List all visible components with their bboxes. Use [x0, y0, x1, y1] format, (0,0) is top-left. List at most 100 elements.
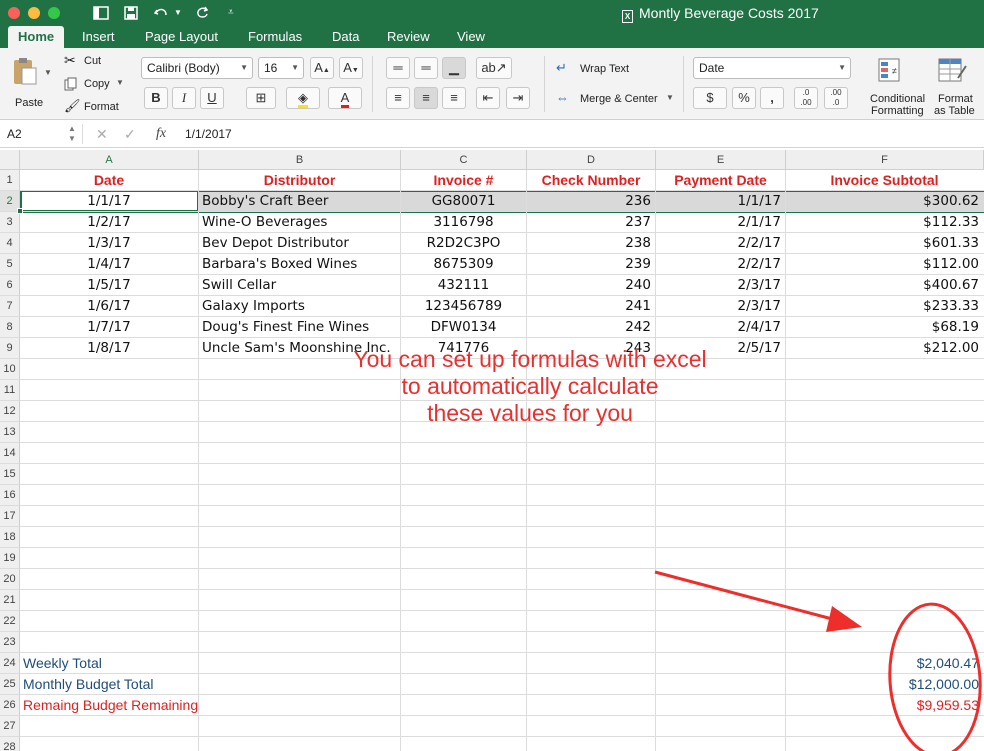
- font-color-button[interactable]: A: [328, 87, 362, 109]
- decrease-decimal-button[interactable]: .00.0: [824, 87, 848, 109]
- comma-style-button[interactable]: ,: [760, 87, 784, 109]
- increase-font-button[interactable]: A▲: [310, 57, 334, 79]
- row-header-5[interactable]: 5: [0, 254, 20, 275]
- cell-distributor[interactable]: Wine-O Beverages: [199, 212, 400, 233]
- tab-home[interactable]: Home: [8, 26, 65, 48]
- row-header-26[interactable]: 26: [0, 695, 20, 716]
- cell-distributor[interactable]: Doug's Finest Fine Wines: [199, 317, 400, 338]
- align-middle-button[interactable]: ═: [414, 57, 438, 79]
- decrease-font-button[interactable]: A▼: [339, 57, 363, 79]
- format-as-table-button[interactable]: Format as Table: [932, 56, 984, 117]
- save-icon[interactable]: [122, 4, 140, 22]
- column-header-a[interactable]: A: [20, 150, 199, 170]
- italic-button[interactable]: I: [172, 87, 196, 109]
- cell-invoice[interactable]: GG80071: [401, 191, 526, 212]
- remaining-budget-label[interactable]: Remaing Budget Remaining: [20, 695, 320, 716]
- row-header-1[interactable]: 1: [0, 170, 20, 191]
- name-box-stepper-icon[interactable]: ▲ ▼: [68, 124, 76, 144]
- close-window-button[interactable]: [8, 7, 20, 19]
- row-header-24[interactable]: 24: [0, 653, 20, 674]
- wrap-text-button[interactable]: ↵ Wrap Text: [556, 60, 646, 77]
- row-header-9[interactable]: 9: [0, 338, 20, 359]
- cell-payment[interactable]: 2/2/17: [656, 233, 785, 254]
- row-header-21[interactable]: 21: [0, 590, 20, 611]
- cell-invoice[interactable]: 432111: [401, 275, 526, 296]
- tab-view[interactable]: View: [447, 26, 495, 48]
- undo-dropdown-icon[interactable]: ▼: [174, 4, 182, 22]
- cell-check[interactable]: 238: [527, 233, 655, 254]
- cell-invoice[interactable]: 3116798: [401, 212, 526, 233]
- cell-check[interactable]: 241: [527, 296, 655, 317]
- bold-button[interactable]: B: [144, 87, 168, 109]
- align-top-button[interactable]: ═: [386, 57, 410, 79]
- fill-handle[interactable]: [17, 208, 23, 214]
- cell-subtotal[interactable]: $601.33: [786, 233, 983, 254]
- row-header-18[interactable]: 18: [0, 527, 20, 548]
- tab-data[interactable]: Data: [322, 26, 369, 48]
- tab-insert[interactable]: Insert: [72, 26, 125, 48]
- cell-invoice[interactable]: DFW0134: [401, 317, 526, 338]
- column-header-f[interactable]: F: [786, 150, 984, 170]
- align-left-button[interactable]: ≡: [386, 87, 410, 109]
- minimize-window-button[interactable]: [28, 7, 40, 19]
- currency-button[interactable]: $: [693, 87, 727, 109]
- cell-payment[interactable]: 2/3/17: [656, 296, 785, 317]
- row-header-15[interactable]: 15: [0, 464, 20, 485]
- cell-check[interactable]: 236: [527, 191, 655, 212]
- cell-distributor[interactable]: Bobby's Craft Beer: [199, 191, 400, 212]
- font-name-select[interactable]: Calibri (Body) ▼: [141, 57, 253, 79]
- cell-distributor[interactable]: Barbara's Boxed Wines: [199, 254, 400, 275]
- align-right-button[interactable]: ≡: [442, 87, 466, 109]
- format-painter-button[interactable]: 🖌 Format: [62, 98, 128, 115]
- weekly-total-value[interactable]: $2,040.47: [786, 653, 983, 674]
- row-header-27[interactable]: 27: [0, 716, 20, 737]
- row-header-11[interactable]: 11: [0, 380, 20, 401]
- row-header-23[interactable]: 23: [0, 632, 20, 653]
- maximize-window-button[interactable]: [48, 7, 60, 19]
- tab-page-layout[interactable]: Page Layout: [135, 26, 228, 48]
- cell-payment[interactable]: 2/2/17: [656, 254, 785, 275]
- cell-invoice[interactable]: 8675309: [401, 254, 526, 275]
- tab-review[interactable]: Review: [377, 26, 440, 48]
- header-cell-date[interactable]: Date: [20, 170, 198, 191]
- increase-decimal-button[interactable]: .0.00: [794, 87, 818, 109]
- increase-indent-button[interactable]: ⇥: [506, 87, 530, 109]
- formula-input[interactable]: 1/1/2017: [185, 124, 232, 144]
- row-header-25[interactable]: 25: [0, 674, 20, 695]
- row-header-20[interactable]: 20: [0, 569, 20, 590]
- row-header-8[interactable]: 8: [0, 317, 20, 338]
- cell-distributor[interactable]: Swill Cellar: [199, 275, 400, 296]
- cell-subtotal[interactable]: $112.33: [786, 212, 983, 233]
- row-header-3[interactable]: 3: [0, 212, 20, 233]
- cancel-formula-icon[interactable]: ✕: [96, 124, 108, 144]
- copy-button[interactable]: Copy ▼: [62, 76, 128, 92]
- cell-date[interactable]: 1/2/17: [20, 212, 198, 233]
- cell-date[interactable]: 1/6/17: [20, 296, 198, 317]
- merge-dropdown-icon[interactable]: ▼: [666, 93, 674, 102]
- undo-icon[interactable]: [152, 4, 170, 22]
- tab-formulas[interactable]: Formulas: [238, 26, 312, 48]
- font-size-select[interactable]: 16 ▼: [258, 57, 304, 79]
- fill-color-button[interactable]: ◈: [286, 87, 320, 109]
- header-cell-check[interactable]: Check Number: [527, 170, 655, 191]
- cell-subtotal[interactable]: $212.00: [786, 338, 983, 359]
- cell-subtotal[interactable]: $233.33: [786, 296, 983, 317]
- monthly-budget-value[interactable]: $12,000.00: [786, 674, 983, 695]
- header-cell-distributor[interactable]: Distributor: [199, 170, 400, 191]
- monthly-budget-label[interactable]: Monthly Budget Total: [20, 674, 320, 695]
- select-all-corner[interactable]: [0, 150, 20, 170]
- cell-date[interactable]: 1/3/17: [20, 233, 198, 254]
- copy-dropdown-icon[interactable]: ▼: [116, 78, 124, 87]
- cell-date[interactable]: 1/1/17: [20, 191, 198, 212]
- cell-distributor[interactable]: Galaxy Imports: [199, 296, 400, 317]
- percent-button[interactable]: %: [732, 87, 756, 109]
- row-header-10[interactable]: 10: [0, 359, 20, 380]
- cell-check[interactable]: 242: [527, 317, 655, 338]
- redo-icon[interactable]: [194, 4, 212, 22]
- spreadsheet-grid[interactable]: A B C D E F 1 2 3 4 5 6 7 8 9 10 11 12 13 14 15 16 17 18 19 20 21 2…: [0, 150, 984, 751]
- column-header-e[interactable]: E: [656, 150, 786, 170]
- cell-invoice[interactable]: 123456789: [401, 296, 526, 317]
- cell-date[interactable]: 1/7/17: [20, 317, 198, 338]
- remaining-budget-value[interactable]: $9,959.53: [786, 695, 983, 716]
- cell-invoice[interactable]: R2D2C3PO: [401, 233, 526, 254]
